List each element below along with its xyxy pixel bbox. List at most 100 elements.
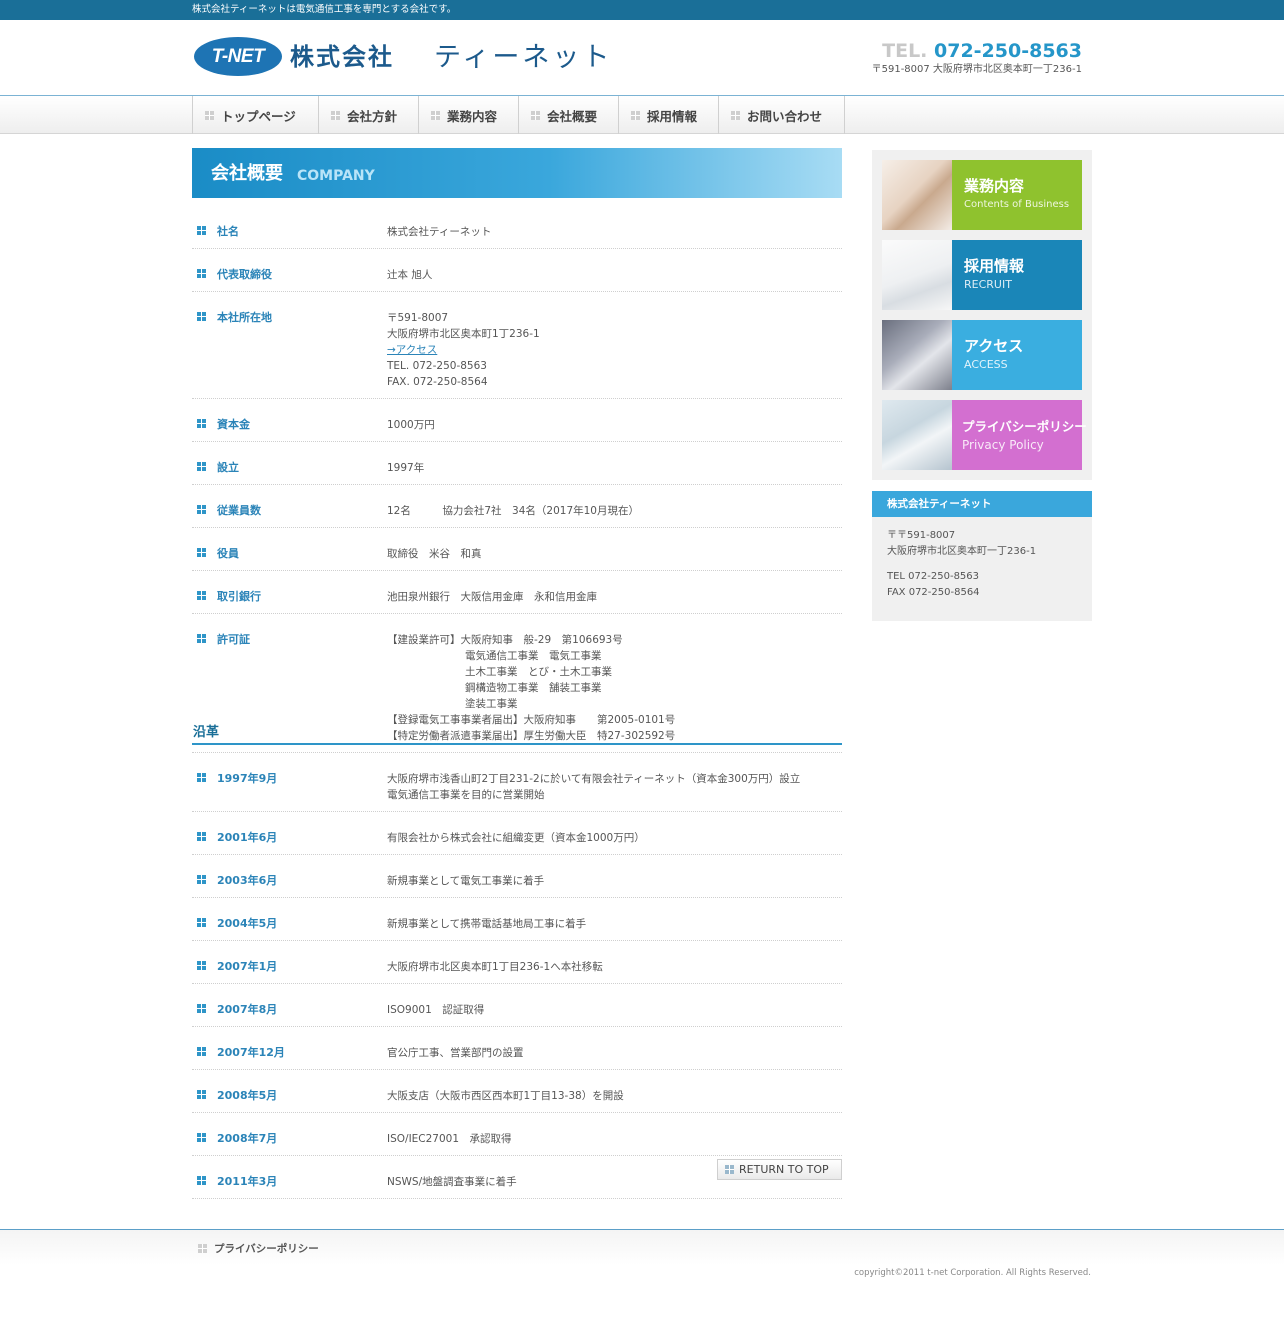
row-value-line: 塗装工事業 <box>465 698 518 710</box>
row-label: 資本金 <box>217 418 250 431</box>
square-bullet-icon <box>197 226 206 235</box>
row-value-line: 1997年 <box>387 462 425 474</box>
info-row: 2003年6月 新規事業として電気工事業に着手 <box>192 855 842 898</box>
square-bullet-icon <box>197 462 206 471</box>
row-value: 辻本 旭人 <box>387 267 842 283</box>
info-row: 資本金 1000万円 <box>192 399 842 442</box>
square-bullet-icon <box>197 269 206 278</box>
page-title-en: COMPANY <box>297 168 375 184</box>
row-label: 従業員数 <box>217 504 261 517</box>
row-label: 2008年7月 <box>217 1132 278 1145</box>
history-title: 沿革 <box>193 725 220 740</box>
square-bullet-icon <box>197 634 206 643</box>
nav-item-label: 会社概要 <box>547 108 598 124</box>
info-row: 1997年9月 大阪府堺市浅香山町2丁目231-2に於いて有限会社ティーネット（資… <box>192 753 842 812</box>
info-row: 代表取締役 辻本 旭人 <box>192 249 842 292</box>
banner-label-area: アクセス ACCESS <box>952 320 1082 390</box>
info-fax: FAX 072-250-8564 <box>887 586 980 598</box>
row-label: 2007年12月 <box>217 1046 285 1059</box>
banner-label-area: 業務内容 Contents of Business <box>952 160 1082 230</box>
page-title-banner: 会社概要 COMPANY <box>192 148 842 198</box>
nav-item[interactable]: 会社方針 <box>319 96 419 134</box>
row-value-line: 大阪府堺市北区奥本町1丁236-1 <box>387 328 540 340</box>
info-address-postal: 〒〒591-8007 <box>887 530 956 541</box>
row-value-line: 辻本 旭人 <box>387 269 433 281</box>
row-label: 1997年9月 <box>217 772 278 785</box>
info-row: 2001年6月 有限会社から株式会社に組織変更（資本金1000万円） <box>192 812 842 855</box>
row-value-line: ISO/IEC27001 承認取得 <box>387 1133 512 1145</box>
row-value-line: 鋼構造物工事業 舗装工事業 <box>465 682 602 694</box>
info-row: 従業員数 12名 協力会社7社 34名（2017年10月現在） <box>192 485 842 528</box>
row-value-line: 1000万円 <box>387 419 435 431</box>
row-label: 2007年1月 <box>217 960 278 973</box>
row-value-line: 新規事業として携帯電話基地局工事に着手 <box>387 918 587 930</box>
square-bullet-icon <box>197 548 206 557</box>
grid-icon <box>331 110 340 120</box>
row-value: 1000万円 <box>387 417 842 433</box>
sidebar-banner[interactable]: プライバシーポリシー Privacy Policy <box>882 400 1087 470</box>
info-row: 本社所在地 〒591-8007 大阪府堺市北区奥本町1丁236-1 →アクセス TEL.… <box>192 292 842 399</box>
banner-title: 業務内容 <box>964 177 1025 195</box>
banner-subtitle: Contents of Business <box>964 199 1070 210</box>
row-label: 本社所在地 <box>217 311 272 324</box>
square-bullet-icon <box>197 1004 206 1013</box>
row-value-line: 新規事業として電気工事業に着手 <box>387 875 545 887</box>
row-label: 設立 <box>217 461 239 474</box>
access-link[interactable]: →アクセス <box>387 344 437 356</box>
nav-item[interactable]: 会社概要 <box>519 96 619 134</box>
row-value: 新規事業として電気工事業に着手 <box>387 873 842 889</box>
row-value-line: 電気通信工事業 電気工事業 <box>465 650 602 662</box>
square-bullet-icon <box>197 505 206 514</box>
nav-item[interactable]: お問い合わせ <box>719 96 845 134</box>
square-bullet-icon <box>197 832 206 841</box>
sidebar-banner[interactable]: 業務内容 Contents of Business <box>882 160 1082 230</box>
nav-item[interactable]: 採用情報 <box>619 96 719 134</box>
logo-company-text[interactable]: 株式会社 <box>290 42 394 72</box>
row-value: 大阪府堺市浅香山町2丁目231-2に於いて有限会社ティーネット（資本金300万円… <box>387 771 842 803</box>
footer-privacy-link[interactable]: プライバシーポリシー <box>198 1241 319 1256</box>
sidebar-banners: 業務内容 Contents of Business 採用情報 RECRUIT アクセス A… <box>872 150 1092 480</box>
row-label: 代表取締役 <box>217 268 272 281</box>
sidebar-banner[interactable]: 採用情報 RECRUIT <box>882 240 1082 310</box>
logo-name-text[interactable]: ティーネット <box>434 42 612 74</box>
sidebar-banner[interactable]: アクセス ACCESS <box>882 320 1082 390</box>
banner-subtitle: Privacy Policy <box>962 438 1044 452</box>
square-bullet-icon <box>197 312 206 321</box>
row-value: 12名 協力会社7社 34名（2017年10月現在） <box>387 503 842 519</box>
row-value: 有限会社から株式会社に組織変更（資本金1000万円） <box>387 830 842 846</box>
square-bullet-icon <box>197 1133 206 1142</box>
row-value-line: 大阪府堺市北区奥本町1丁目236-1へ本社移転 <box>387 961 603 973</box>
grid-icon <box>731 110 740 120</box>
row-value-line: 有限会社から株式会社に組織変更（資本金1000万円） <box>387 832 645 844</box>
row-label: 許可証 <box>217 633 250 646</box>
info-row: 2007年12月 官公庁工事、営業部門の設置 <box>192 1027 842 1070</box>
logo-icon[interactable]: T-NET <box>194 37 282 76</box>
row-value-line: 官公庁工事、営業部門の設置 <box>387 1047 524 1059</box>
grid-icon <box>431 110 440 120</box>
info-row: 2008年5月 大阪支店（大阪市西区西本町1丁目13-38）を開設 <box>192 1070 842 1113</box>
company-profile-list: 社名 株式会社ティーネット 代表取締役 辻本 旭人 本社所在地 〒591-8007 大阪府堺… <box>192 206 842 753</box>
row-label: 2003年6月 <box>217 874 278 887</box>
nav-item[interactable]: トップページ <box>193 96 319 134</box>
row-label: 取引銀行 <box>217 590 261 603</box>
row-value: 池田泉州銀行 大阪信用金庫 永和信用金庫 <box>387 589 842 605</box>
row-value-line: ISO9001 認証取得 <box>387 1004 485 1016</box>
info-address: 大阪府堺市北区奥本町一丁236-1 <box>887 545 1037 557</box>
nav-item[interactable]: 業務内容 <box>419 96 519 134</box>
global-nav: トップページ 会社方針 業務内容 会社概要 採用情報 お問い合わせ <box>0 95 1284 134</box>
return-to-top-label: RETURN TO TOP <box>739 1163 829 1176</box>
row-value: 官公庁工事、営業部門の設置 <box>387 1045 842 1061</box>
row-value-line: FAX. 072-250-8564 <box>387 376 488 388</box>
tel-number: 072-250-8563 <box>934 40 1082 62</box>
row-value-line: 大阪支店（大阪市西区西本町1丁目13-38）を開設 <box>387 1090 624 1102</box>
copyright: copyright©2011 t-net Corporation. All Ri… <box>854 1268 1091 1278</box>
footer-privacy-label: プライバシーポリシー <box>214 1243 319 1255</box>
row-value-line: TEL. 072-250-8563 <box>387 360 487 372</box>
return-to-top-button[interactable]: RETURN TO TOP <box>717 1159 842 1180</box>
header-tel: TEL. 072-250-8563 <box>882 40 1082 62</box>
nav-item-label: 業務内容 <box>447 108 498 124</box>
banner-photo <box>882 320 952 390</box>
grid-icon <box>725 1165 734 1174</box>
logo-mark-text: T-NET <box>211 46 265 67</box>
footer: プライバシーポリシー <box>0 1229 1284 1265</box>
